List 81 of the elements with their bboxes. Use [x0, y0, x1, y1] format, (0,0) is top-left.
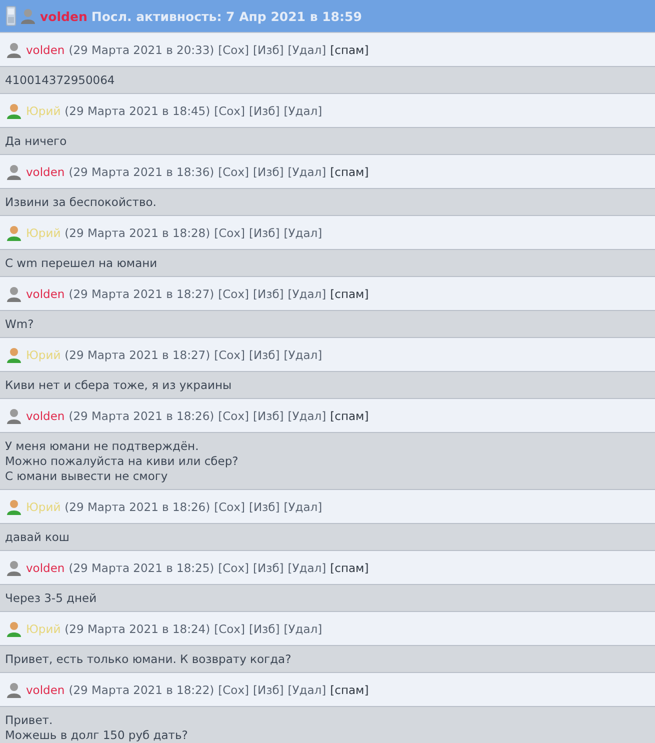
- action-link[interactable]: [Сох]: [218, 286, 249, 300]
- action-link[interactable]: [Изб]: [248, 622, 280, 636]
- action-link[interactable]: [Удал]: [288, 408, 326, 422]
- action-link[interactable]: [Сох]: [214, 500, 245, 514]
- message-date: (29 Марта 2021 в 18:36): [68, 164, 214, 178]
- action-link[interactable]: [Удал]: [284, 348, 322, 362]
- action-link[interactable]: [спам]: [330, 286, 369, 300]
- avatar-icon: [6, 164, 22, 180]
- message-date: (29 Марта 2021 в 18:26): [64, 500, 210, 514]
- avatar-icon: [6, 620, 22, 636]
- message-body: У меня юмани не подтверждён. Можно пожалуйста на киви или сбер? С юмани вывести не смогу: [0, 433, 655, 490]
- message-date: (29 Марта 2021 в 18:22): [68, 682, 214, 696]
- message-body: Киви нет и сбера тоже, я из украины: [0, 372, 655, 399]
- action-link[interactable]: [Удал]: [284, 500, 322, 514]
- action-link[interactable]: [Изб]: [253, 286, 284, 300]
- action-link[interactable]: [спам]: [330, 164, 369, 178]
- username-link[interactable]: volden: [26, 42, 65, 56]
- avatar-icon: [6, 408, 22, 424]
- action-link[interactable]: [Сох]: [214, 348, 245, 362]
- action-link[interactable]: [Изб]: [253, 682, 284, 696]
- action-link[interactable]: [Сох]: [214, 226, 245, 240]
- message-date: (29 Марта 2021 в 20:33): [68, 42, 214, 56]
- username-link[interactable]: volden: [26, 164, 65, 178]
- action-link[interactable]: [Изб]: [248, 500, 280, 514]
- action-link[interactable]: [Удал]: [284, 226, 322, 240]
- action-link[interactable]: [Сох]: [218, 682, 249, 696]
- message-date: (29 Марта 2021 в 18:25): [68, 560, 214, 574]
- action-link[interactable]: [Удал]: [284, 104, 322, 118]
- avatar-icon: [6, 224, 22, 240]
- message-body: С wm перешел на юмани: [0, 250, 655, 277]
- username-link[interactable]: volden: [26, 682, 65, 696]
- message-body: Wm?: [0, 311, 655, 338]
- action-link[interactable]: [Удал]: [288, 164, 326, 178]
- message-body: Да ничего: [0, 128, 655, 155]
- avatar-icon: [6, 346, 22, 362]
- avatar-icon: [6, 682, 22, 698]
- action-link[interactable]: [Сох]: [218, 164, 249, 178]
- action-link[interactable]: [Изб]: [248, 226, 280, 240]
- action-link[interactable]: [Изб]: [248, 104, 280, 118]
- avatar-icon: [6, 102, 22, 118]
- action-link[interactable]: [спам]: [330, 408, 369, 422]
- action-link[interactable]: [спам]: [330, 682, 369, 696]
- message-date: (29 Марта 2021 в 18:45): [64, 104, 210, 118]
- action-link[interactable]: [Сох]: [218, 560, 249, 574]
- action-link[interactable]: [Сох]: [214, 104, 245, 118]
- message-date: (29 Марта 2021 в 18:24): [64, 622, 210, 636]
- action-link[interactable]: [Удал]: [288, 286, 326, 300]
- username-link[interactable]: volden: [26, 560, 65, 574]
- action-link[interactable]: [Сох]: [218, 42, 249, 56]
- phone-icon: [6, 6, 16, 26]
- message-date: (29 Марта 2021 в 18:28): [64, 226, 210, 240]
- avatar-icon: [6, 560, 22, 576]
- message-body: 410014372950064: [0, 67, 655, 94]
- action-link[interactable]: [Удал]: [288, 560, 326, 574]
- action-link[interactable]: [Сох]: [214, 622, 245, 636]
- message-body: Привет. Можешь в долг 150 руб дать?: [0, 707, 655, 743]
- action-link[interactable]: [Удал]: [288, 682, 326, 696]
- action-link[interactable]: [Изб]: [248, 348, 280, 362]
- last-activity: Посл. активность: 7 Апр 2021 в 18:59: [91, 8, 362, 24]
- message-body: Привет, есть только юмани. К возврату когда?: [0, 646, 655, 673]
- username-link[interactable]: volden: [26, 408, 65, 422]
- avatar-icon: [6, 42, 22, 58]
- username-link[interactable]: volden: [26, 286, 65, 300]
- action-link[interactable]: [Сох]: [218, 408, 249, 422]
- action-link[interactable]: [Изб]: [253, 560, 284, 574]
- action-link[interactable]: [Удал]: [284, 622, 322, 636]
- message-body: давай кош: [0, 524, 655, 551]
- action-link[interactable]: [спам]: [330, 560, 369, 574]
- action-link[interactable]: [Изб]: [253, 42, 284, 56]
- message-body: Через 3-5 дней: [0, 585, 655, 612]
- action-link[interactable]: [Удал]: [288, 42, 326, 56]
- message-date: (29 Марта 2021 в 18:27): [68, 286, 214, 300]
- avatar-icon: [6, 286, 22, 302]
- message-date: (29 Марта 2021 в 18:26): [68, 408, 214, 422]
- action-link[interactable]: [Изб]: [253, 164, 284, 178]
- message-date: (29 Марта 2021 в 18:27): [64, 348, 210, 362]
- message-body: Извини за беспокойство.: [0, 189, 655, 216]
- avatar-icon: [20, 8, 36, 24]
- action-link[interactable]: [спам]: [330, 42, 369, 56]
- avatar-icon: [6, 498, 22, 514]
- action-link[interactable]: [Изб]: [253, 408, 284, 422]
